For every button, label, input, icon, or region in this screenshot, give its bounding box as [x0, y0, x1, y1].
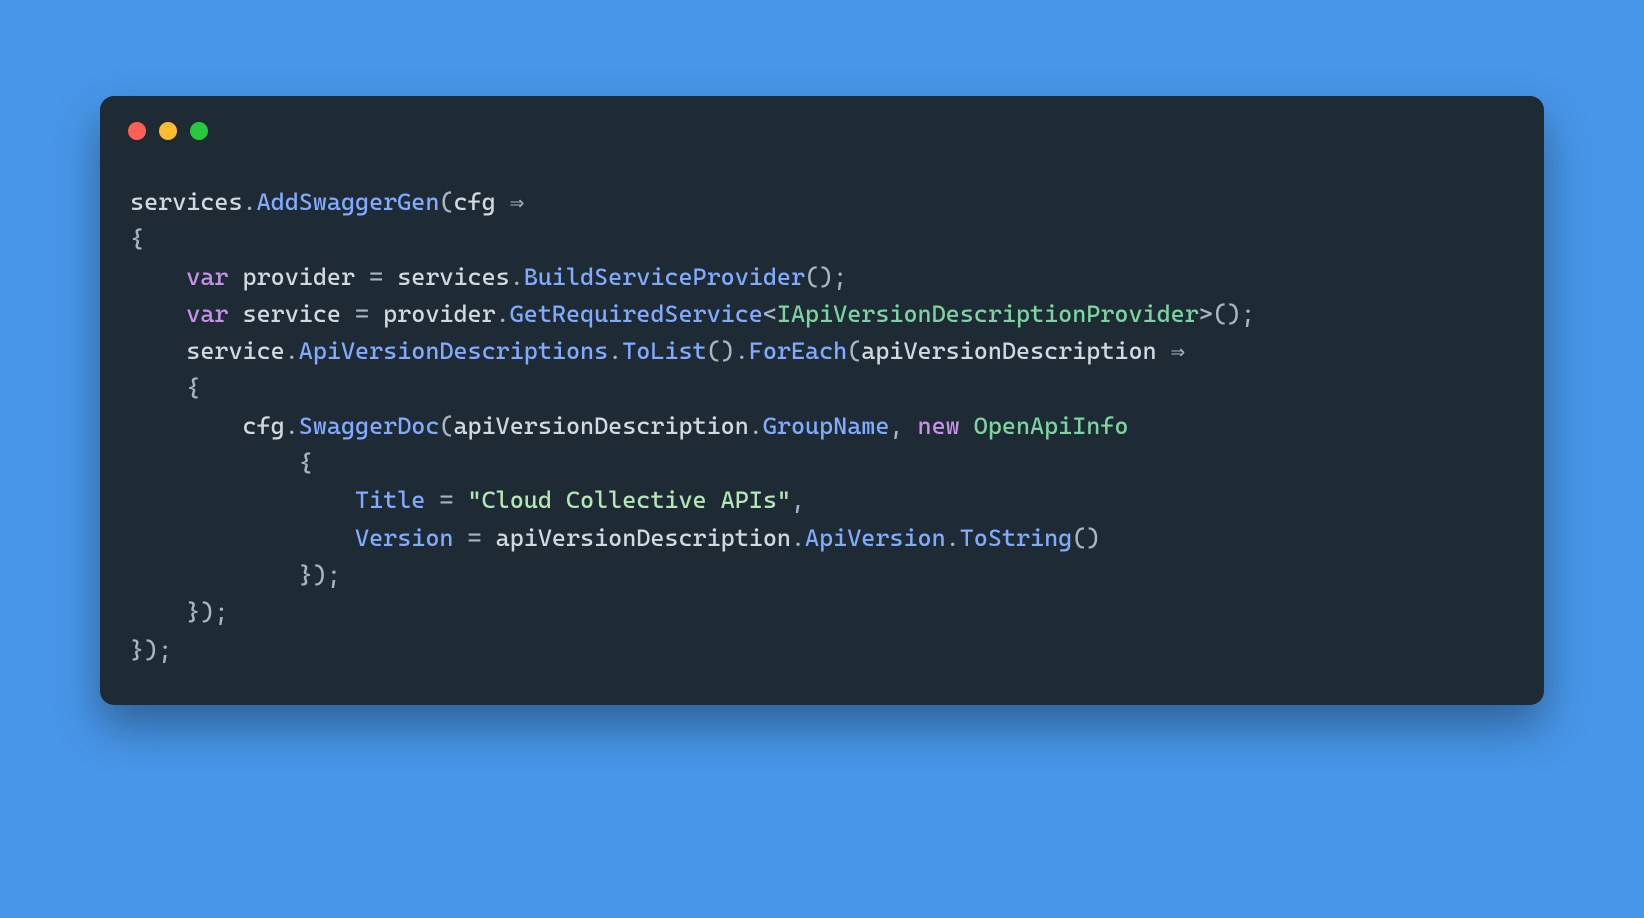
code-token: . — [946, 524, 960, 552]
code-line: Title = "Cloud Collective APIs", — [130, 486, 805, 514]
code-token — [130, 486, 355, 514]
code-token: . — [243, 188, 257, 216]
code-token: Title — [355, 486, 425, 514]
code-token: (). — [707, 337, 749, 365]
code-token: var — [186, 300, 228, 328]
code-token: }); — [299, 561, 341, 589]
code-token: () — [1072, 524, 1100, 552]
code-token: . — [791, 524, 805, 552]
code-token — [425, 486, 439, 514]
code-token: { — [299, 449, 313, 477]
code-token — [130, 263, 186, 291]
code-token: services — [397, 263, 510, 291]
code-line: }); — [130, 598, 228, 626]
code-token: { — [186, 374, 200, 402]
traffic-light-yellow-icon — [159, 122, 177, 140]
code-block: services.AddSwaggerGen(cfg ⇒ { var provi… — [100, 150, 1544, 669]
code-token: cfg — [453, 188, 509, 216]
code-token: , — [791, 486, 805, 514]
code-line: { — [130, 374, 200, 402]
code-token: service — [130, 337, 285, 365]
code-token: < — [763, 300, 777, 328]
code-token: ToString — [960, 524, 1073, 552]
code-token: AddSwaggerGen — [257, 188, 440, 216]
code-token — [960, 412, 974, 440]
code-token: ToList — [622, 337, 706, 365]
code-token — [130, 561, 299, 589]
code-token: ApiVersion — [805, 524, 946, 552]
code-card: services.AddSwaggerGen(cfg ⇒ { var provi… — [100, 96, 1544, 705]
code-token: }); — [130, 636, 172, 664]
window-traffic-lights — [100, 96, 1544, 150]
code-token — [130, 524, 355, 552]
code-token: provider — [228, 263, 369, 291]
code-token: Version — [355, 524, 453, 552]
code-token: GetRequiredService — [510, 300, 763, 328]
code-line: service.ApiVersionDescriptions.ToList().… — [130, 337, 1185, 365]
code-token: = — [355, 300, 383, 328]
code-line: Version = apiVersionDescription.ApiVersi… — [130, 524, 1100, 552]
code-token: . — [510, 263, 524, 291]
code-token: }); — [186, 598, 228, 626]
code-token: . — [608, 337, 622, 365]
code-token: SwaggerDoc — [299, 412, 440, 440]
code-line: var provider = services.BuildServiceProv… — [130, 263, 847, 291]
code-token: GroupName — [763, 412, 890, 440]
code-token: apiVersionDescription — [496, 524, 791, 552]
code-token: ForEach — [749, 337, 847, 365]
code-line: }); — [130, 561, 341, 589]
code-token: var — [186, 263, 228, 291]
code-token: . — [285, 412, 299, 440]
code-token: apiVersionDescription — [861, 337, 1170, 365]
traffic-light-green-icon — [190, 122, 208, 140]
code-token: IApiVersionDescriptionProvider — [777, 300, 1199, 328]
code-token: ApiVersionDescriptions — [299, 337, 608, 365]
code-token: = — [468, 524, 496, 552]
code-line: { — [130, 225, 144, 253]
code-token: , — [889, 412, 917, 440]
code-token: { — [130, 225, 144, 253]
code-line: { — [130, 449, 313, 477]
code-token: ( — [847, 337, 861, 365]
code-token: (); — [805, 263, 847, 291]
code-token: = — [439, 486, 467, 514]
code-token: ⇒ — [510, 188, 524, 216]
code-token: . — [749, 412, 763, 440]
code-token: >(); — [1199, 300, 1255, 328]
code-line: }); — [130, 636, 172, 664]
code-token: "Cloud Collective APIs" — [468, 486, 791, 514]
code-token: ( — [439, 188, 453, 216]
code-token: OpenApiInfo — [974, 412, 1129, 440]
code-token — [130, 374, 186, 402]
code-token: . — [285, 337, 299, 365]
code-token: . — [496, 300, 510, 328]
code-token: cfg — [130, 412, 285, 440]
code-line: var service = provider.GetRequiredServic… — [130, 300, 1255, 328]
code-token — [130, 449, 299, 477]
code-token: service — [228, 300, 355, 328]
code-token — [130, 598, 186, 626]
code-token: BuildServiceProvider — [524, 263, 805, 291]
code-line: cfg.SwaggerDoc(apiVersionDescription.Gro… — [130, 412, 1128, 440]
code-line: services.AddSwaggerGen(cfg ⇒ — [130, 188, 524, 216]
code-token — [453, 524, 467, 552]
code-token: provider — [383, 300, 496, 328]
code-token: apiVersionDescription — [453, 412, 748, 440]
code-token: ( — [439, 412, 453, 440]
code-token: = — [369, 263, 397, 291]
code-token — [130, 300, 186, 328]
code-token: new — [918, 412, 960, 440]
traffic-light-red-icon — [128, 122, 146, 140]
code-token: ⇒ — [1171, 337, 1185, 365]
code-token: services — [130, 188, 243, 216]
